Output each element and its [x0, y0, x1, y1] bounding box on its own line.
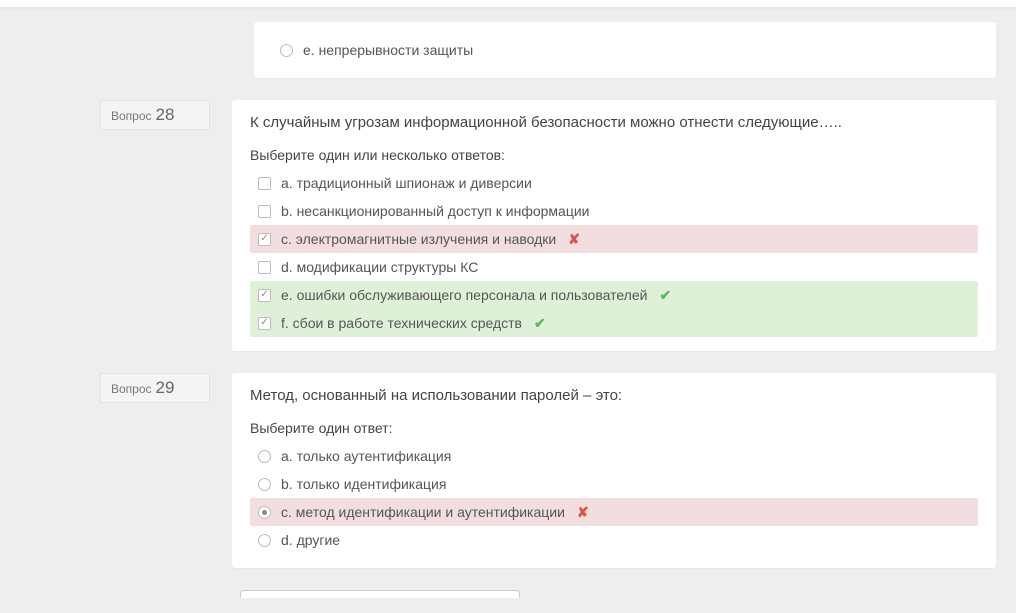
question-card-28: К случайным угрозам информационной безоп… [232, 100, 996, 351]
answer-row: a. традиционный шпионаж и диверсии [250, 169, 978, 197]
answer-label: a. только аутентификация [281, 448, 451, 464]
answer-label: d. другие [281, 532, 340, 548]
answer-row-correct: f. сбои в работе технических средств ✔ [250, 309, 978, 337]
answer-prompt: Выберите один ответ: [250, 420, 978, 436]
answer-label: a. традиционный шпионаж и диверсии [281, 175, 532, 191]
question-row-28: Вопрос 28 К случайным угрозам информацио… [20, 100, 996, 351]
radio-unchecked-icon[interactable] [258, 478, 271, 491]
answers-list-prev: e. непрерывности защиты [272, 36, 978, 64]
checkbox-checked-icon[interactable] [258, 317, 271, 330]
question-row-29: Вопрос 29 Метод, основанный на использов… [20, 373, 996, 568]
bottom-spacer [20, 590, 996, 598]
question-text: К случайным угрозам информационной безоп… [250, 114, 978, 131]
checkbox-unchecked-icon[interactable] [258, 177, 271, 190]
answers-list-29: a. только аутентификация b. только идент… [250, 442, 978, 554]
checkbox-checked-icon[interactable] [258, 233, 271, 246]
checkbox-checked-icon[interactable] [258, 289, 271, 302]
container: e. непрерывности защиты Вопрос 28 К случ… [0, 22, 1016, 598]
radio-unchecked-icon[interactable] [258, 450, 271, 463]
incorrect-mark-icon: ✘ [568, 231, 580, 248]
answer-label: f. сбои в работе технических средств [281, 315, 522, 331]
checkbox-unchecked-icon[interactable] [258, 205, 271, 218]
answer-row: a. только аутентификация [250, 442, 978, 470]
answer-label: c. электромагнитные излучения и наводки [281, 231, 556, 247]
answer-label: b. только идентификация [281, 476, 446, 492]
correct-mark-icon: ✔ [659, 287, 671, 304]
topbar [0, 0, 1016, 8]
question-text: Метод, основанный на использовании парол… [250, 387, 978, 404]
answer-row: b. несанкционированный доступ к информац… [250, 197, 978, 225]
question-number-badge: Вопрос 29 [100, 373, 210, 403]
answer-row: b. только идентификация [250, 470, 978, 498]
correct-mark-icon: ✔ [534, 315, 546, 332]
answer-row-incorrect: c. метод идентификации и аутентификации … [250, 498, 978, 526]
radio-unchecked-icon[interactable] [280, 44, 293, 57]
answer-row: e. непрерывности защиты [272, 36, 978, 64]
question-word: Вопрос [111, 109, 152, 123]
bottom-placeholder [240, 590, 520, 598]
answer-row-correct: e. ошибки обслуживающего персонала и пол… [250, 281, 978, 309]
answer-prompt: Выберите один или несколько ответов: [250, 147, 978, 163]
question-card-29: Метод, основанный на использовании парол… [232, 373, 996, 568]
question-word: Вопрос [111, 382, 152, 396]
answer-row: d. другие [250, 526, 978, 554]
answer-label: c. метод идентификации и аутентификации [281, 504, 565, 520]
answer-label: e. ошибки обслуживающего персонала и пол… [281, 287, 647, 303]
radio-unchecked-icon[interactable] [258, 534, 271, 547]
answer-label: e. непрерывности защиты [303, 42, 473, 58]
question-number-badge: Вопрос 28 [100, 100, 210, 130]
radio-checked-icon[interactable] [258, 506, 271, 519]
question-row-prev: e. непрерывности защиты [20, 22, 996, 78]
checkbox-unchecked-icon[interactable] [258, 261, 271, 274]
answer-row-incorrect: c. электромагнитные излучения и наводки … [250, 225, 978, 253]
answer-row: d. модификации структуры КС [250, 253, 978, 281]
answer-label: d. модификации структуры КС [281, 259, 478, 275]
question-number: 29 [156, 378, 175, 398]
answers-list-28: a. традиционный шпионаж и диверсии b. не… [250, 169, 978, 337]
answer-label: b. несанкционированный доступ к информац… [281, 203, 590, 219]
question-number: 28 [156, 105, 175, 125]
incorrect-mark-icon: ✘ [577, 504, 589, 521]
question-card-prev: e. непрерывности защиты [254, 22, 996, 78]
